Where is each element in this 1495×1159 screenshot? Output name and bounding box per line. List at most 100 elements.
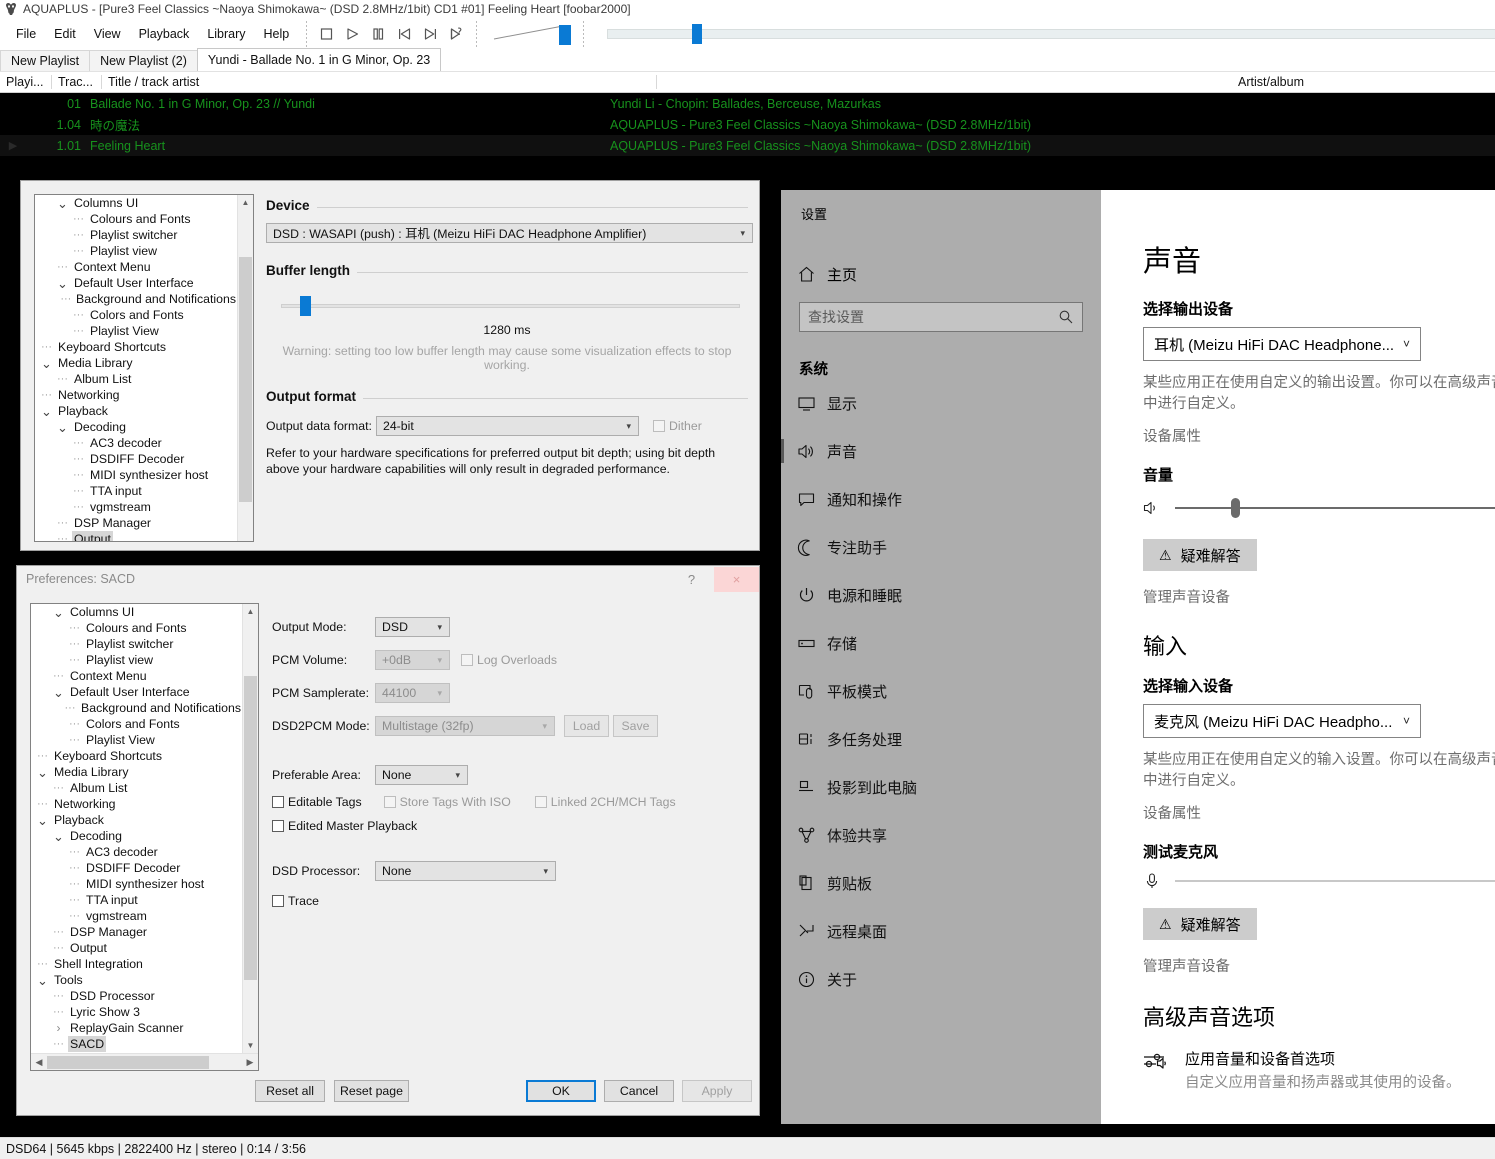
reset-all-button[interactable]: Reset all: [255, 1080, 325, 1102]
preferences-output-dialog[interactable]: ⌄ Columns UI ··· Colours and Fonts ··· Playli…: [20, 180, 760, 551]
chevron-down-icon[interactable]: ⌄: [37, 766, 48, 779]
tree-node[interactable]: ⌄ Media Library: [31, 764, 243, 780]
scroll-left-icon[interactable]: ◀: [31, 1057, 47, 1068]
tree-node[interactable]: ⌄ Playback: [35, 403, 238, 419]
tree-items[interactable]: ⌄ Columns UI ··· Colours and Fonts ··· Playli…: [31, 604, 243, 1053]
menu-help[interactable]: Help: [255, 24, 299, 44]
next-icon[interactable]: [423, 26, 438, 41]
tree-node[interactable]: ··· DSD Processor: [31, 988, 243, 1004]
tree-node[interactable]: ··· Album List: [31, 780, 243, 796]
edited-master-playback-checkbox[interactable]: Edited Master Playback: [272, 819, 417, 833]
trace-checkbox[interactable]: Trace: [272, 894, 319, 908]
seek-slider[interactable]: [602, 20, 1495, 48]
tree-node[interactable]: ··· Playlist switcher: [31, 636, 243, 652]
tree-node[interactable]: ··· MIDI synthesizer host: [35, 467, 238, 483]
sidebar-item-storage[interactable]: 存储: [781, 619, 1101, 667]
tree-node[interactable]: ··· DSP Manager: [31, 924, 243, 940]
app-volume-device-preferences-item[interactable]: 应用音量和设备首选项 自定义应用音量和扬声器或其使用的设备。: [1143, 1048, 1495, 1092]
stop-icon[interactable]: [319, 26, 334, 41]
tree-node[interactable]: ··· vgmstream: [35, 499, 238, 515]
tree-node[interactable]: ··· Playlist view: [35, 243, 238, 259]
scroll-up-icon[interactable]: ▲: [238, 195, 253, 210]
buffer-slider[interactable]: [266, 296, 748, 318]
preferences-tree-output[interactable]: ⌄ Columns UI ··· Colours and Fonts ··· Playli…: [34, 194, 254, 542]
chevron-right-icon[interactable]: ›: [53, 1020, 64, 1036]
tree-node[interactable]: ··· Playlist switcher: [35, 227, 238, 243]
pcm-samplerate-combo[interactable]: 44100 ▾: [375, 683, 450, 703]
volume-slider-thumb[interactable]: [1231, 498, 1240, 519]
chevron-down-icon[interactable]: ⌄: [53, 830, 64, 843]
sidebar-item-multitasking[interactable]: 多任务处理: [781, 715, 1101, 763]
tree-node[interactable]: ··· Output: [35, 531, 238, 541]
dsd2pcm-combo[interactable]: Multistage (32fp) ▾: [375, 716, 555, 736]
previous-icon[interactable]: [397, 26, 412, 41]
column-title-track-artist[interactable]: Title / track artist: [102, 75, 657, 89]
sidebar-item-tablet-mode[interactable]: 平板模式: [781, 667, 1101, 715]
chevron-down-icon[interactable]: ⌄: [37, 974, 48, 987]
preferences-sacd-dialog[interactable]: Preferences: SACD ? × ⌄ Columns UI ··· Colo…: [16, 565, 760, 1116]
help-button[interactable]: ?: [669, 567, 714, 592]
preferable-area-combo[interactable]: None ▾: [375, 765, 468, 785]
seek-slider-thumb[interactable]: [692, 23, 703, 44]
tree-node[interactable]: ⌄ Decoding: [35, 419, 238, 435]
column-track[interactable]: Trac...: [52, 75, 102, 89]
tree-node[interactable]: ··· Keyboard Shortcuts: [35, 339, 238, 355]
buffer-slider-track[interactable]: [281, 304, 740, 308]
sacd-dialog-titlebar[interactable]: Preferences: SACD ? ×: [17, 566, 759, 592]
tree-node[interactable]: ··· Networking: [31, 796, 243, 812]
dsd-processor-combo[interactable]: None ▾: [375, 861, 556, 881]
sidebar-item-remote-desktop[interactable]: 远程桌面: [781, 907, 1101, 955]
pcm-volume-combo[interactable]: +0dB ▾: [375, 650, 450, 670]
store-tags-with-iso-checkbox[interactable]: Store Tags With ISO: [383, 795, 511, 809]
column-playing[interactable]: Playi...: [0, 75, 52, 89]
chevron-down-icon[interactable]: ⌄: [53, 606, 64, 619]
chevron-down-icon[interactable]: ▾: [619, 421, 638, 432]
scroll-up-icon[interactable]: ▲: [243, 604, 258, 619]
volume-slider[interactable]: [1143, 498, 1495, 519]
tree-node[interactable]: ⌄ Decoding: [31, 828, 243, 844]
output-troubleshoot-button[interactable]: ⚠ 疑难解答: [1143, 539, 1257, 572]
tree-node[interactable]: ⌄ Columns UI: [35, 195, 238, 211]
tree-node[interactable]: ··· Colors and Fonts: [35, 307, 238, 323]
preferences-tree-sacd[interactable]: ⌄ Columns UI ··· Colours and Fonts ··· Playli…: [30, 603, 259, 1071]
menu-edit[interactable]: Edit: [45, 24, 85, 44]
trace-checkbox-box[interactable]: [272, 895, 284, 907]
chevron-down-icon[interactable]: ▾: [536, 866, 555, 877]
search-icon[interactable]: [1058, 309, 1074, 325]
chevron-down-icon[interactable]: ⌄: [57, 277, 68, 290]
chevron-down-icon[interactable]: ⌄: [41, 357, 52, 370]
tree-node[interactable]: ··· TTA input: [35, 483, 238, 499]
tree-node[interactable]: ··· DSP Manager: [35, 515, 238, 531]
tree-node[interactable]: ··· Background and Notifications: [35, 291, 238, 307]
scroll-right-icon[interactable]: ▶: [242, 1057, 258, 1068]
tree-node[interactable]: ··· Context Menu: [35, 259, 238, 275]
edited-master-checkbox-box[interactable]: [272, 820, 284, 832]
editable-tags-checkbox[interactable]: Editable Tags: [272, 795, 362, 809]
chevron-down-icon[interactable]: ▾: [430, 622, 449, 633]
hscroll-thumb[interactable]: [47, 1055, 209, 1069]
output-device-select[interactable]: 耳机 (Meizu HiFi DAC Headphone... ˅: [1143, 327, 1421, 361]
chevron-down-icon[interactable]: ⌄: [57, 421, 68, 434]
menu-library[interactable]: Library: [198, 24, 254, 44]
tree-items[interactable]: ⌄ Columns UI ··· Colours and Fonts ··· Playli…: [35, 195, 238, 541]
chevron-down-icon[interactable]: ⌄: [37, 814, 48, 827]
chevron-down-icon[interactable]: ˅: [1403, 337, 1410, 351]
pause-icon[interactable]: [371, 26, 386, 41]
windows-settings-window[interactable]: 设置 主页 查找设置 系统 显示 声音 通知和操作 专注助手 电源和睡眠 存储 …: [781, 190, 1495, 1124]
tree-node[interactable]: ⌄ Columns UI: [31, 604, 243, 620]
menu-playback[interactable]: Playback: [130, 24, 199, 44]
playlist-tab-yundi-ballade[interactable]: Yundi - Ballade No. 1 in G Minor, Op. 23: [196, 48, 442, 71]
dither-checkbox[interactable]: Dither: [653, 419, 702, 433]
menu-file[interactable]: File: [7, 24, 45, 44]
table-row[interactable]: 1.04 時の魔法 AQUAPLUS - Pure3 Feel Classics…: [0, 114, 1495, 135]
tree-node[interactable]: ··· AC3 decoder: [31, 844, 243, 860]
sidebar-item-clipboard[interactable]: 剪贴板: [781, 859, 1101, 907]
tree-node[interactable]: ··· Album List: [35, 371, 238, 387]
manage-sound-devices-link-output[interactable]: 管理声音设备: [1143, 586, 1495, 607]
manage-sound-devices-link-input[interactable]: 管理声音设备: [1143, 955, 1495, 976]
chevron-down-icon[interactable]: ▾: [430, 688, 449, 699]
chevron-down-icon[interactable]: ▾: [430, 655, 449, 666]
tree-node[interactable]: ··· vgmstream: [31, 908, 243, 924]
search-input[interactable]: 查找设置: [799, 302, 1083, 332]
sidebar-item-display[interactable]: 显示: [781, 379, 1101, 427]
